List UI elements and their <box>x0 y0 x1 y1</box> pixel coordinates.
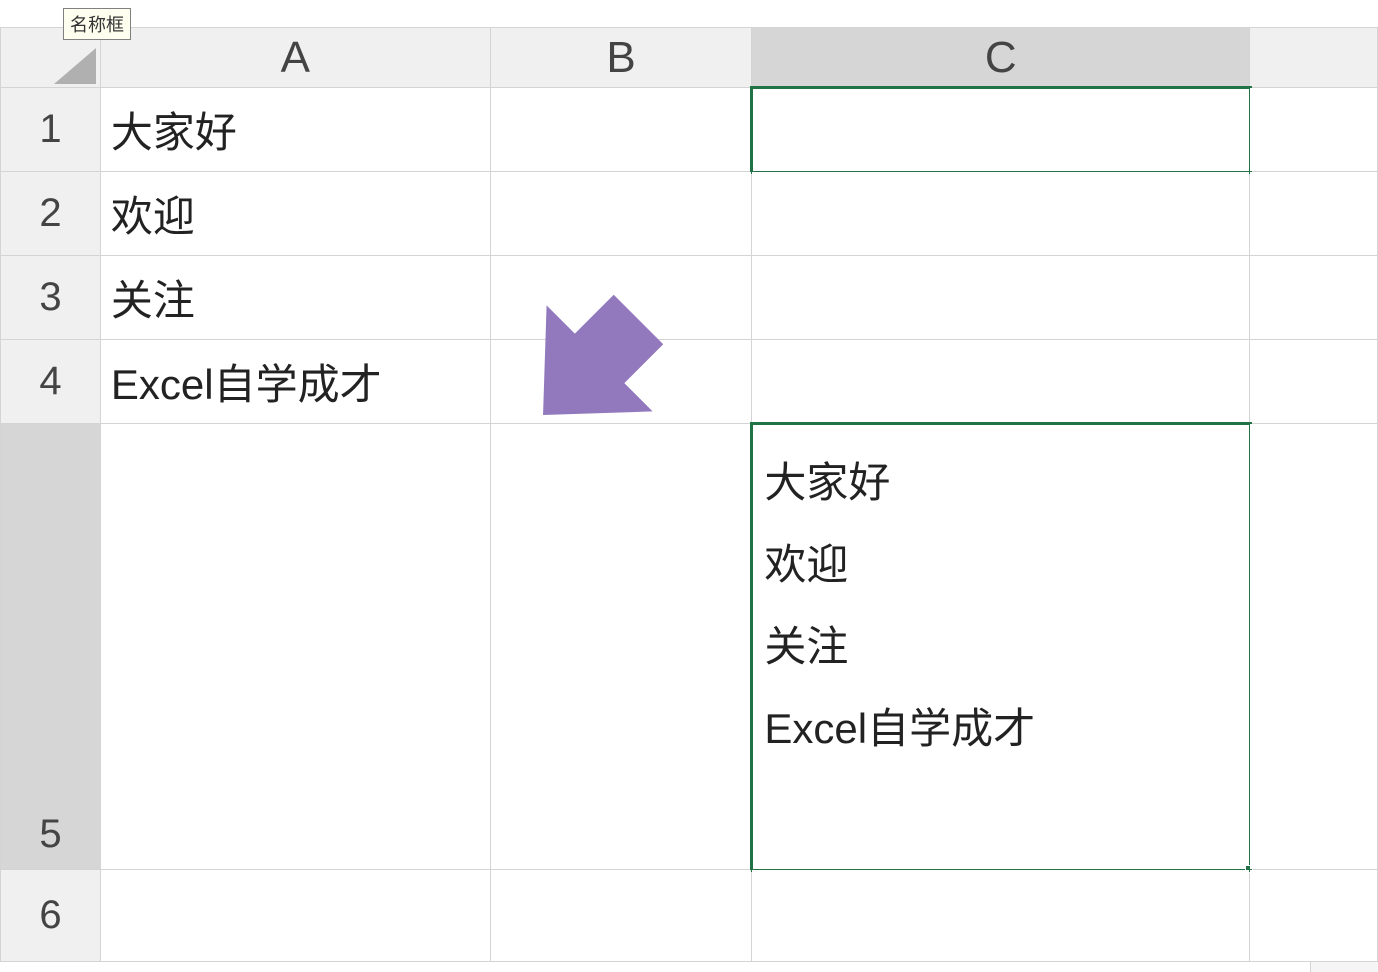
row-header-2[interactable]: 2 <box>1 172 101 256</box>
column-header-b[interactable]: B <box>490 28 752 88</box>
spreadsheet-grid: A B C 1 大家好 2 欢迎 3 关注 4 Excel自学成才 5 大家好 … <box>0 27 1378 962</box>
corner-triangle-icon <box>54 48 96 84</box>
name-box-tooltip: 名称框 <box>63 8 131 40</box>
cell-b6[interactable] <box>490 870 752 962</box>
column-header-d[interactable] <box>1250 28 1378 88</box>
column-header-c[interactable]: C <box>752 28 1250 88</box>
arrow-down-right-icon <box>494 274 684 464</box>
row-header-4[interactable]: 4 <box>1 340 101 424</box>
cell-c6[interactable] <box>752 870 1250 962</box>
cell-c4[interactable] <box>752 340 1250 424</box>
row-header-1[interactable]: 1 <box>1 88 101 172</box>
cell-d5[interactable] <box>1250 424 1378 870</box>
cell-c3[interactable] <box>752 256 1250 340</box>
row-header-3[interactable]: 3 <box>1 256 101 340</box>
cell-d3[interactable] <box>1250 256 1378 340</box>
cell-d6[interactable] <box>1250 870 1378 962</box>
cell-a1[interactable]: 大家好 <box>100 88 490 172</box>
cell-c1[interactable] <box>752 88 1250 172</box>
cell-d2[interactable] <box>1250 172 1378 256</box>
column-header-a[interactable]: A <box>100 28 490 88</box>
cell-b1[interactable] <box>490 88 752 172</box>
row-header-6[interactable]: 6 <box>1 870 101 962</box>
cell-b2[interactable] <box>490 172 752 256</box>
cell-a5[interactable] <box>100 424 490 870</box>
cell-a4[interactable]: Excel自学成才 <box>100 340 490 424</box>
cell-a2[interactable]: 欢迎 <box>100 172 490 256</box>
cell-c5[interactable]: 大家好 欢迎 关注 Excel自学成才 <box>752 424 1250 870</box>
cell-c2[interactable] <box>752 172 1250 256</box>
cell-d4[interactable] <box>1250 340 1378 424</box>
cell-a6[interactable] <box>100 870 490 962</box>
cell-b5[interactable] <box>490 424 752 870</box>
cell-d1[interactable] <box>1250 88 1378 172</box>
cell-a3[interactable]: 关注 <box>100 256 490 340</box>
row-header-5[interactable]: 5 <box>1 424 101 870</box>
